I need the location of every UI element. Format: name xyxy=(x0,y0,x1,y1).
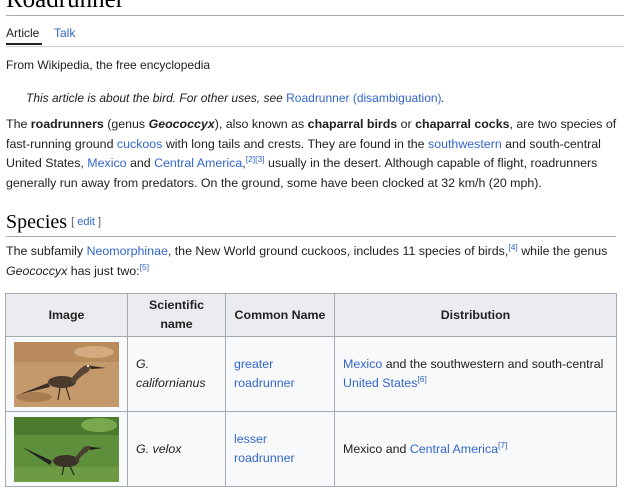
disambiguation-link[interactable]: Roadrunner (disambiguation) xyxy=(286,91,441,105)
tab-talk[interactable]: Talk xyxy=(54,26,75,40)
table-row: G. californianus greater roadrunner Mexi… xyxy=(5,336,617,412)
intro-bold-roadrunners: roadrunners xyxy=(30,117,104,131)
header-scientific-name: Scientific name xyxy=(127,293,226,337)
intro-bold-chaparral-cocks: chaparral cocks xyxy=(415,117,510,131)
intro-text: and xyxy=(126,156,155,170)
common-name-cell: greater roadrunner xyxy=(225,336,335,412)
selected-tab-indicator xyxy=(6,43,42,45)
edit-bracket-close: ] xyxy=(94,216,102,228)
hatnote-text: This article is about the bird. For othe… xyxy=(26,91,287,105)
species-table: Image Scientific name Common Name Distri… xyxy=(5,293,617,487)
intro-text: or xyxy=(397,117,416,131)
section-title: Species xyxy=(6,211,68,233)
table-row: G. velox lesser roadrunner Mexico and Ce… xyxy=(5,411,617,487)
link-central-america-distribution[interactable]: Central America xyxy=(410,442,498,456)
citation-6[interactable]: [6] xyxy=(417,374,426,384)
image-cell xyxy=(5,336,128,412)
tabs-divider xyxy=(6,46,624,47)
intro-text: (genus xyxy=(103,117,149,131)
hatnote-end: . xyxy=(441,91,445,105)
citation-7[interactable]: [7] xyxy=(498,439,507,449)
species-text: , the New World ground cuckoos, includes… xyxy=(167,244,509,258)
edit-section-link[interactable]: edit xyxy=(77,216,95,228)
species-paragraph: The subfamily Neomorphinae, the New Worl… xyxy=(6,242,618,281)
tagline: From Wikipedia, the free encyclopedia xyxy=(6,58,211,72)
title-divider xyxy=(6,15,624,16)
edit-section: [ edit ] xyxy=(71,216,101,228)
section-divider xyxy=(6,236,616,237)
section-heading-species: Species[ edit ] xyxy=(6,210,101,234)
lesser-roadrunner-photo[interactable] xyxy=(14,416,119,482)
distribution-text: and the southwestern and south-central xyxy=(382,357,604,371)
link-lesser-roadrunner[interactable]: lesser roadrunner xyxy=(234,432,295,465)
intro-paragraph: The roadrunners (genus Geococcyx), also … xyxy=(6,115,618,193)
citation-2[interactable]: [2] xyxy=(246,154,255,164)
scientific-name-cell: G. velox xyxy=(127,411,226,487)
link-mexico-distribution[interactable]: Mexico xyxy=(343,357,382,371)
header-distribution: Distribution xyxy=(334,293,617,337)
link-cuckoos[interactable]: cuckoos xyxy=(117,137,162,151)
link-neomorphinae[interactable]: Neomorphinae xyxy=(87,244,168,258)
species-genus: Geococcyx xyxy=(6,263,68,278)
image-cell xyxy=(5,411,128,487)
link-central-america[interactable]: Central America xyxy=(154,156,242,170)
intro-text: with long tails and crests. They are fou… xyxy=(162,136,429,151)
species-text: has just two: xyxy=(67,263,140,278)
greater-roadrunner-photo[interactable] xyxy=(14,341,119,407)
scientific-name-cell: G. californianus xyxy=(127,336,226,412)
hatnote: This article is about the bird. For othe… xyxy=(26,91,445,105)
citation-3[interactable]: [3] xyxy=(255,154,264,164)
page-title: Roadrunner xyxy=(6,0,124,15)
intro-text: ), also known as xyxy=(214,117,308,131)
intro-bold-genus: Geococcyx xyxy=(148,117,215,131)
distribution-text: Mexico and xyxy=(343,441,410,456)
species-text: The subfamily xyxy=(6,244,87,258)
header-image: Image xyxy=(5,293,128,337)
distribution-cell: Mexico and the southwestern and south-ce… xyxy=(334,336,617,412)
table-header-row: Image Scientific name Common Name Distri… xyxy=(5,293,617,337)
citation-5[interactable]: [5] xyxy=(140,261,149,271)
common-name-cell: lesser roadrunner xyxy=(225,411,335,487)
distribution-cell: Mexico and Central America[7] xyxy=(334,411,617,487)
citation-4[interactable]: [4] xyxy=(508,242,517,252)
link-southwestern[interactable]: southwestern xyxy=(428,137,502,151)
species-text: while the genus xyxy=(517,244,608,258)
link-greater-roadrunner[interactable]: greater roadrunner xyxy=(234,357,295,390)
intro-bold-chaparral-birds: chaparral birds xyxy=(307,117,398,131)
tab-article[interactable]: Article xyxy=(6,26,39,40)
intro-text: The xyxy=(6,117,31,131)
link-united-states[interactable]: United States xyxy=(343,376,417,390)
header-common-name: Common Name xyxy=(225,293,335,337)
link-mexico[interactable]: Mexico xyxy=(87,156,126,170)
